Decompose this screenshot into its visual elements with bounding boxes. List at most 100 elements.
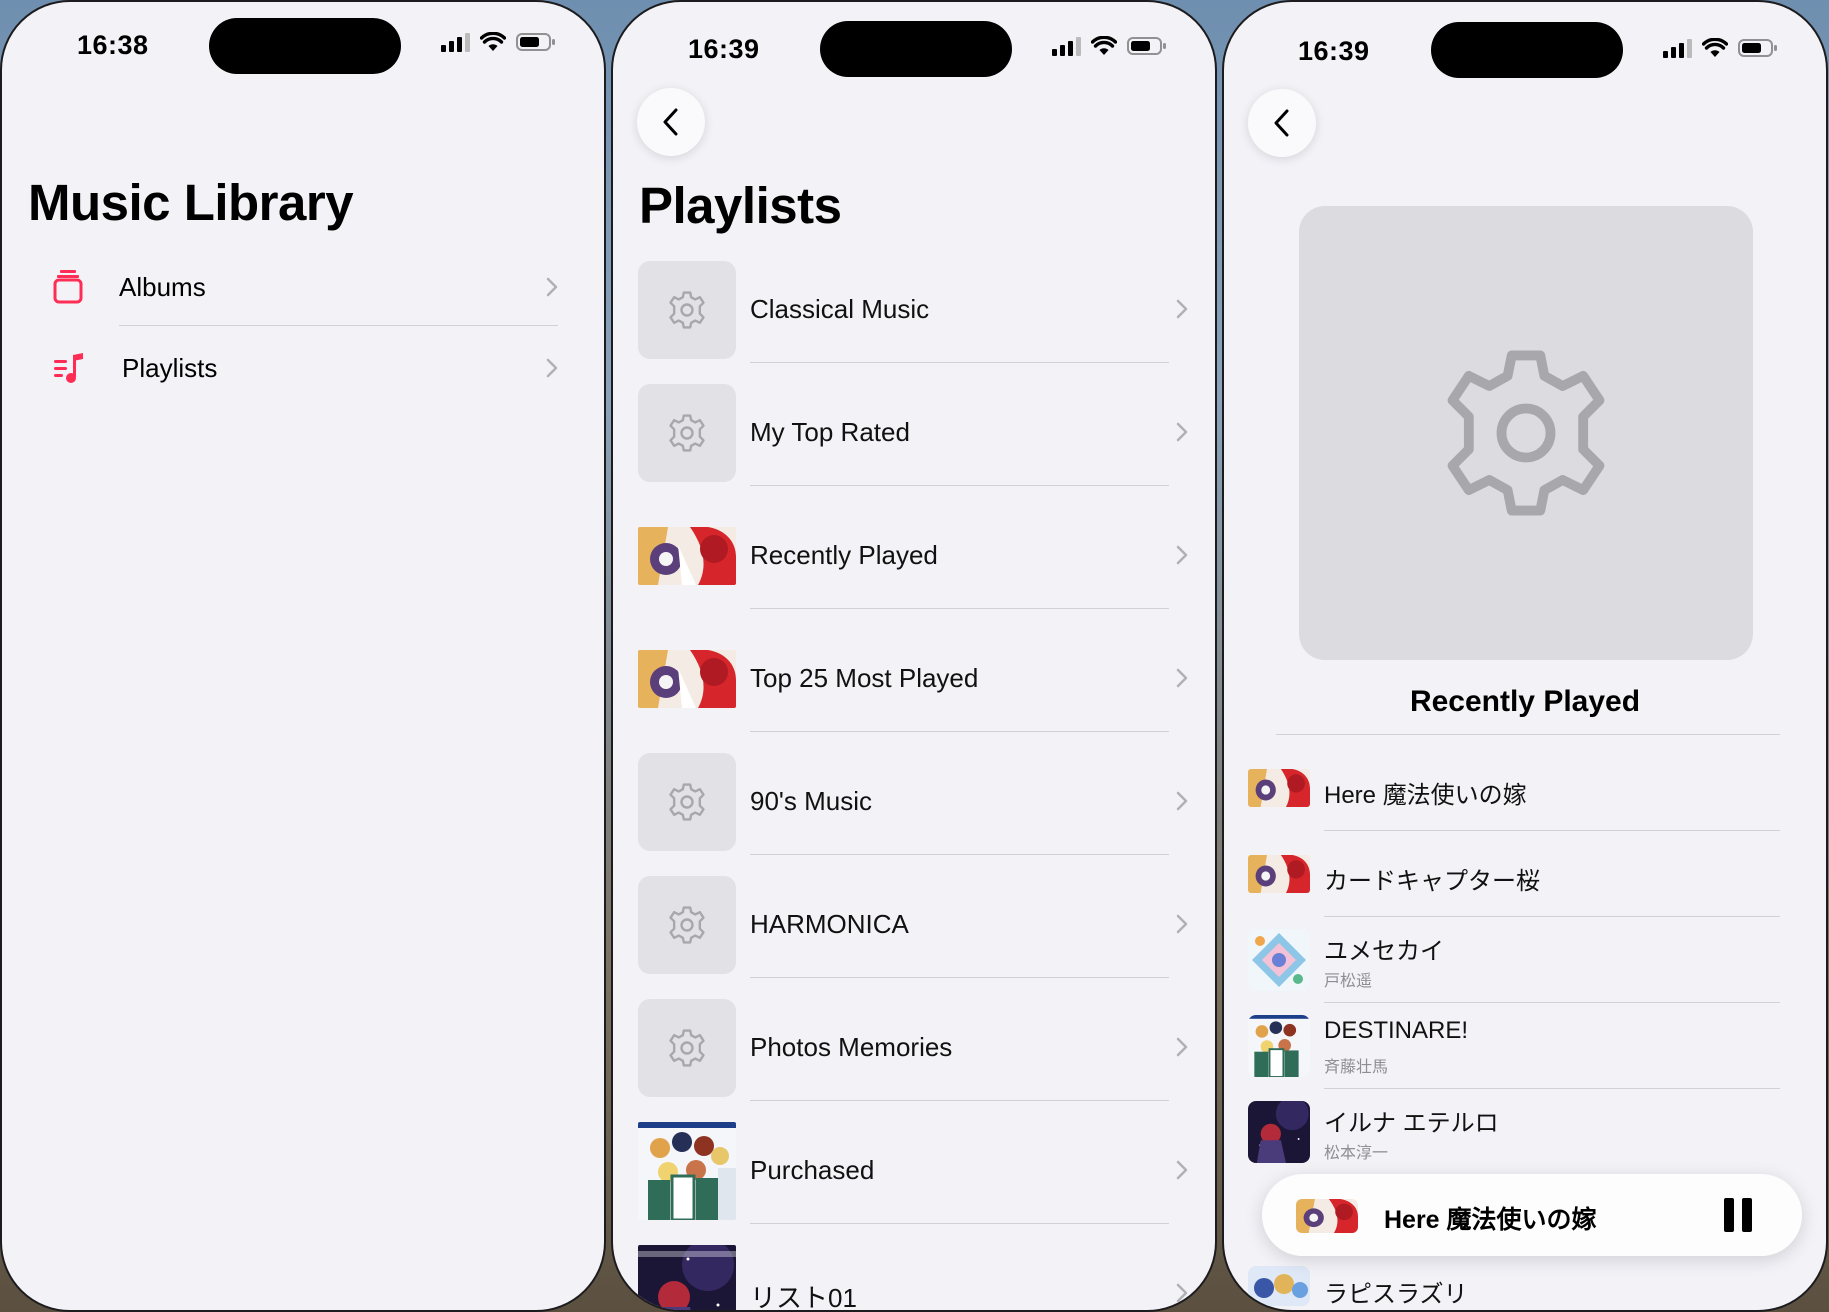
status-icons: [1663, 38, 1778, 58]
playlist-label: リスト01: [750, 1283, 857, 1312]
track-artist: 斉藤壮馬: [1324, 1059, 1389, 1076]
playlist-row[interactable]: Top 25 Most Played: [613, 611, 1215, 733]
album-stack-icon: [53, 270, 83, 304]
wifi-icon: [480, 32, 506, 51]
playlist-label: Recently Played: [750, 540, 938, 570]
mini-player[interactable]: Here 魔法使いの嫁: [1262, 1174, 1802, 1256]
chevron-right-icon: [1176, 1160, 1188, 1180]
pause-icon[interactable]: [1724, 1198, 1752, 1232]
playlist-row[interactable]: Recently Played: [613, 488, 1215, 610]
status-time: 16:39: [1298, 36, 1370, 66]
cellular-signal-icon: [1663, 38, 1692, 58]
playlist-row[interactable]: リスト01: [613, 1226, 1215, 1312]
dynamic-island: [209, 18, 401, 74]
track-row[interactable]: DESTINARE! 斉藤壮馬: [1224, 1003, 1826, 1089]
gear-placeholder-icon: [638, 876, 736, 974]
chevron-left-icon: [1274, 109, 1289, 137]
row-label-playlists: Playlists: [122, 352, 218, 383]
album-art-group: [1248, 1015, 1310, 1077]
separator: [750, 731, 1169, 732]
track-title: イルナ エテルロ: [1324, 1110, 1499, 1137]
playlist-label: Photos Memories: [750, 1032, 953, 1062]
playlist-icon: [54, 353, 83, 383]
chevron-right-icon: [1176, 668, 1188, 688]
chevron-right-icon: [546, 358, 558, 378]
status-icons: [441, 32, 556, 52]
cellular-signal-icon: [441, 32, 470, 52]
album-art-red: [1248, 855, 1310, 893]
battery-icon: [516, 33, 555, 51]
separator: [750, 854, 1169, 855]
track-row[interactable]: イルナ エテルロ 松本淳一: [1224, 1089, 1826, 1175]
battery-icon: [1738, 39, 1777, 57]
chevron-right-icon: [1176, 545, 1188, 565]
separator: [750, 608, 1169, 609]
separator: [750, 1223, 1169, 1224]
chevron-right-icon: [1176, 1283, 1188, 1303]
chevron-right-icon: [1176, 791, 1188, 811]
status-time: 16:39: [688, 34, 760, 64]
separator: [750, 362, 1169, 363]
separator: [750, 1100, 1169, 1101]
status-bar: 16:38: [2, 2, 604, 82]
chevron-right-icon: [1176, 1037, 1188, 1057]
dynamic-island: [820, 21, 1012, 77]
track-title: ユメセカイ: [1324, 938, 1444, 965]
track-row[interactable]: ラピスラズリ: [1224, 1256, 1826, 1310]
gear-placeholder-icon: [1447, 350, 1605, 516]
library-row-playlists[interactable]: Playlists: [2, 328, 604, 408]
album-art-red: [1248, 769, 1310, 807]
chevron-right-icon: [1176, 299, 1188, 319]
chevron-left-icon: [663, 108, 678, 136]
track-row[interactable]: Here 魔法使いの嫁: [1224, 745, 1826, 831]
album-art-space: [638, 1245, 736, 1310]
dynamic-island: [1431, 22, 1623, 78]
playlist-label: 90's Music: [750, 786, 873, 816]
track-title: カードキャプター桜: [1324, 868, 1540, 895]
playlist-label: Top 25 Most Played: [750, 663, 979, 693]
now-playing-title: Here 魔法使いの嫁: [1384, 1206, 1597, 1234]
separator: [750, 977, 1169, 978]
playlist-label: My Top Rated: [750, 417, 910, 447]
track-title: ラピスラズリ: [1324, 1281, 1468, 1308]
album-art-blue: [1248, 1266, 1310, 1306]
row-label-albums: Albums: [119, 271, 206, 302]
album-art-red: [638, 650, 736, 708]
chevron-right-icon: [546, 277, 558, 297]
wifi-icon: [1091, 36, 1117, 55]
gear-placeholder-icon: [638, 261, 736, 359]
status-bar: 16:39: [613, 2, 1215, 82]
playlist-artwork: [1299, 206, 1753, 660]
status-icons: [1052, 36, 1167, 56]
page-title: Playlists: [639, 177, 842, 234]
album-art-diamond: [1248, 929, 1310, 991]
screen-music-library: 16:38 Music Library Albums Playlists: [0, 0, 606, 1312]
track-title: DESTINARE!: [1324, 1017, 1469, 1044]
gear-placeholder-icon: [638, 753, 736, 851]
track-row[interactable]: カードキャプター桜: [1224, 831, 1826, 917]
track-row[interactable]: ユメセカイ 戸松遥: [1224, 917, 1826, 1003]
gear-placeholder-icon: [638, 999, 736, 1097]
screen-playlists: 16:39 Playlists Classical Music My Top R…: [611, 0, 1217, 1312]
library-row-albums[interactable]: Albums: [2, 247, 604, 327]
track-artist: 松本淳一: [1324, 1145, 1389, 1162]
playlist-label: Purchased: [750, 1155, 875, 1185]
separator: [750, 485, 1169, 486]
back-button[interactable]: [637, 88, 705, 156]
back-button[interactable]: [1248, 89, 1316, 157]
playlist-row[interactable]: Purchased: [613, 1103, 1215, 1225]
playlist-row[interactable]: Classical Music: [613, 242, 1215, 364]
playlist-label: Classical Music: [750, 294, 930, 324]
track-title: Here 魔法使いの嫁: [1324, 782, 1527, 809]
cellular-signal-icon: [1052, 36, 1081, 56]
separator: [1276, 734, 1780, 735]
wifi-icon: [1702, 38, 1728, 57]
playlist-row[interactable]: Photos Memories: [613, 980, 1215, 1102]
playlist-row[interactable]: My Top Rated: [613, 365, 1215, 487]
album-art-group: [638, 1122, 736, 1220]
album-art-red: [638, 527, 736, 585]
playlist-row[interactable]: 90's Music: [613, 734, 1215, 856]
playlist-row[interactable]: HARMONICA: [613, 857, 1215, 979]
playlist-title: Recently Played: [1409, 685, 1641, 718]
battery-icon: [1127, 37, 1166, 55]
